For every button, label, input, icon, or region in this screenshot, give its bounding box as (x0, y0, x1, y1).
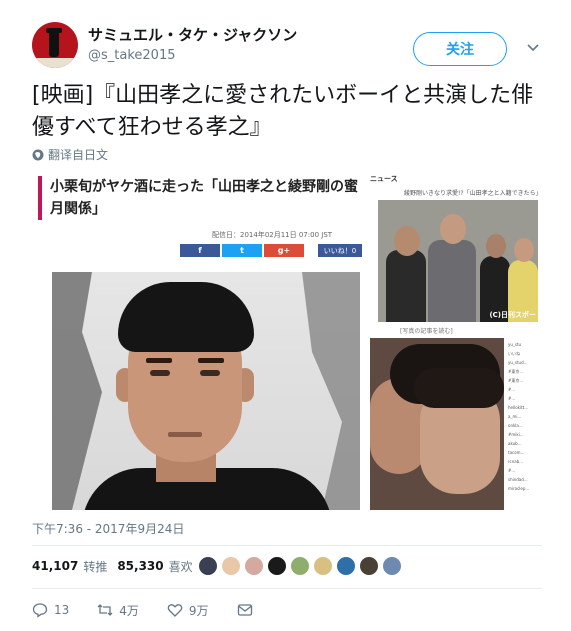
like-button[interactable]: 9万 (167, 602, 209, 619)
article-date: 配信日：2014年02月11日 07:00 JST (212, 231, 333, 239)
twitter-share-icon: t (222, 244, 262, 257)
envelope-icon (237, 604, 252, 616)
portrait-photo (52, 272, 360, 510)
liker-avatar[interactable] (244, 556, 264, 576)
retweet-icon (97, 604, 113, 616)
liker-avatar[interactable] (359, 556, 379, 576)
group-photo: (C)日刊スポー (378, 200, 538, 322)
engagement-stats: 41,107 转推 85,330 喜欢 (32, 552, 203, 580)
photo-caption: [写真の記事を読む] (400, 328, 453, 335)
likes-count[interactable]: 85,330 (117, 559, 163, 573)
avatar[interactable] (32, 22, 78, 68)
article-title: 小栗旬がヤケ酒に走った「山田孝之と綾野剛の蜜月関係」 (38, 176, 360, 220)
tweet-timestamp[interactable]: 下午7:36 - 2017年9月24日 (32, 520, 184, 537)
fb-like-badge: いいね！0 (318, 244, 362, 257)
retweets-count[interactable]: 41,107 (32, 559, 78, 573)
tweet-media[interactable]: 小栗旬がヤケ酒に走った「山田孝之と綾野剛の蜜月関係」 配信日：2014年02月1… (32, 170, 542, 510)
google-plus-share-icon: g+ (264, 244, 304, 257)
like-count: 9万 (188, 603, 209, 618)
divider (32, 588, 542, 589)
facebook-share-icon: f (180, 244, 220, 257)
instagram-comments: yu_stu いいね yu_stud... #東京... #東京... #...… (508, 342, 530, 491)
direct-message-button[interactable] (237, 602, 253, 618)
likes-label[interactable]: 喜欢 (169, 558, 193, 575)
instagram-photo (370, 338, 504, 510)
reply-icon (32, 603, 48, 618)
divider (32, 545, 542, 546)
retweet-count: 4万 (119, 603, 139, 618)
reply-count: 13 (54, 603, 70, 617)
photo-credit: (C)日刊スポー (489, 311, 536, 319)
reply-button[interactable]: 13 (32, 602, 69, 618)
heart-icon (167, 604, 183, 617)
liker-avatar[interactable] (221, 556, 241, 576)
tweet-text: [映画]『山田孝之に愛されたいボーイと共演した俳優すべて狂わせる孝之』 (32, 83, 534, 140)
display-name[interactable]: サミュエル・タケ・ジャクソン (88, 24, 297, 45)
liker-avatar[interactable] (198, 556, 218, 576)
translate-link[interactable]: 翻译自日文 (32, 146, 108, 163)
news-label: ニュース (370, 175, 398, 183)
translate-label: 翻译自日文 (48, 148, 109, 162)
article-screenshot: 小栗旬がヤケ酒に走った「山田孝之と綾野剛の蜜月関係」 配信日：2014年02月1… (32, 170, 370, 510)
liker-avatar[interactable] (290, 556, 310, 576)
share-buttons: f t g+ (180, 244, 304, 257)
globe-icon (32, 149, 44, 160)
retweets-label[interactable]: 转推 (83, 558, 107, 575)
news-headline: 綾野剛いきなり求愛!?「山田孝之と入籍できたら」 (404, 190, 542, 197)
follow-button[interactable]: 关注 (413, 32, 507, 66)
liker-avatar[interactable] (267, 556, 287, 576)
side-panel: ニュース 綾野剛いきなり求愛!?「山田孝之と入籍できたら」 (C)日刊スポー [… (370, 170, 542, 510)
user-handle[interactable]: @s_take2015 (88, 48, 175, 63)
liker-avatar[interactable] (382, 556, 402, 576)
liker-avatar[interactable] (336, 556, 356, 576)
liker-avatar[interactable] (313, 556, 333, 576)
tweet-actions: 13 4万 9万 (32, 598, 281, 622)
retweet-button[interactable]: 4万 (97, 602, 139, 619)
chevron-down-icon[interactable] (524, 38, 542, 56)
liker-avatars (198, 556, 402, 576)
tweet-header: サミュエル・タケ・ジャクソン @s_take2015 关注 (32, 22, 542, 70)
